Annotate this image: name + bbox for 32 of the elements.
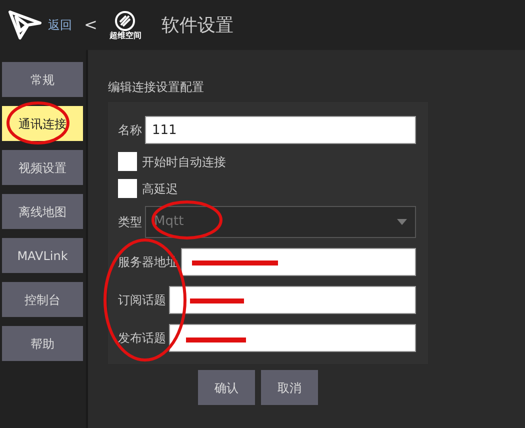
- separator: <: [84, 14, 98, 36]
- sidebar-tab[interactable]: 控制台: [2, 282, 83, 317]
- sidebar-tab[interactable]: MAVLink: [2, 238, 83, 273]
- field-label: 类型: [118, 214, 142, 231]
- sidebar-tab[interactable]: 离线地图: [2, 194, 83, 229]
- dialog-button[interactable]: 取消: [261, 370, 318, 405]
- page-title: 软件设置: [161, 14, 234, 38]
- checkbox-label: 开始时自动连接: [142, 154, 226, 170]
- sidebar-tab[interactable]: 常规: [2, 62, 83, 97]
- type-dropdown[interactable]: Mqtt: [145, 206, 416, 238]
- field-label: 名称: [118, 122, 142, 139]
- field-label: 订阅话题: [118, 292, 166, 309]
- rocket-logo-icon: [114, 10, 136, 32]
- name-field[interactable]: 111: [145, 116, 416, 144]
- checkbox[interactable]: [118, 152, 137, 171]
- text-field[interactable]: [169, 324, 416, 352]
- back-link[interactable]: 返回: [48, 16, 72, 34]
- dialog-button[interactable]: 确认: [198, 370, 255, 405]
- checkbox[interactable]: [118, 179, 137, 198]
- caret-icon: [397, 219, 407, 225]
- redaction-line: [186, 338, 246, 342]
- text-field[interactable]: [169, 286, 416, 314]
- paper-plane-icon: [8, 9, 42, 41]
- text-field[interactable]: [181, 248, 416, 276]
- sidebar-tab[interactable]: 帮助: [2, 326, 83, 361]
- logo-text: 超维空间: [109, 32, 142, 40]
- checkbox-label: 高延迟: [142, 180, 178, 198]
- form-title: 编辑连接设置配置: [108, 79, 205, 96]
- redaction-line: [190, 298, 244, 304]
- annotation-circle: [6, 102, 70, 144]
- sidebar-tab[interactable]: 视频设置: [2, 150, 83, 185]
- field-label: 发布话题: [118, 330, 166, 347]
